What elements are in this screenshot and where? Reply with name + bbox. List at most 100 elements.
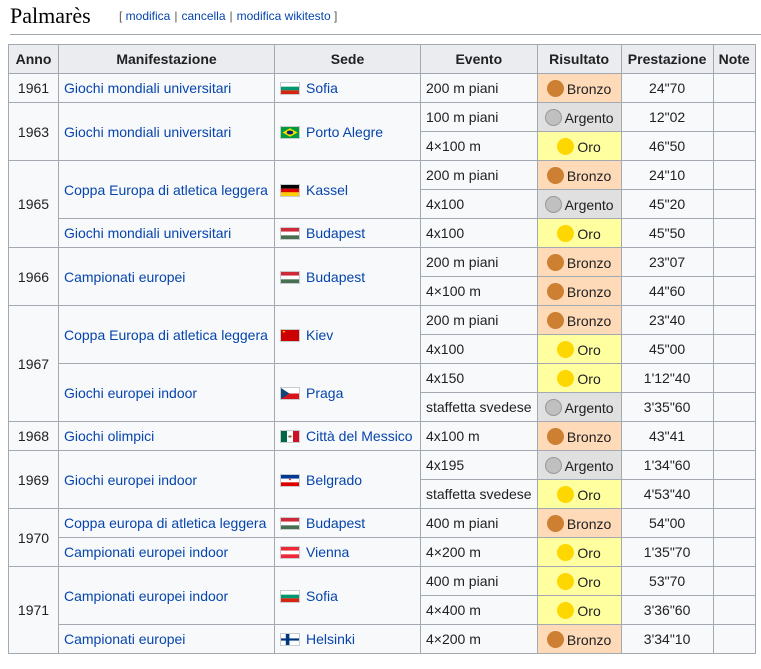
col-header-anno[interactable]: Anno [8,44,59,74]
cell-manifestazione-link[interactable]: Coppa Europa di atletica leggera [58,160,275,219]
cell-sede: Porto Alegre [274,102,421,161]
cell-risultato: Oro [536,595,622,625]
col-header-sede[interactable]: Sede [274,44,421,74]
cell-risultato: Argento [536,392,622,422]
cell-risultato: Bronzo [536,305,622,335]
sede-link[interactable]: Sofia [306,80,338,96]
sede-link[interactable]: Vienna [306,544,349,560]
cell-note [712,508,756,538]
sede-link[interactable]: Budapest [306,225,365,241]
sede-link[interactable]: Porto Alegre [306,124,383,140]
edit-link-cancella[interactable]: cancella [181,9,225,23]
flag-finland-icon[interactable] [280,633,300,646]
medal-bronzo-icon[interactable] [546,166,564,184]
medal-oro-icon[interactable] [557,485,575,503]
cell-evento: 200 m piani [420,247,538,277]
flag-austria-icon[interactable] [280,546,300,559]
cell-evento: 400 m piani [420,566,538,596]
medal-oro-icon[interactable] [557,340,575,358]
cell-risultato: Bronzo [536,247,622,277]
medal-oro-icon[interactable] [557,369,575,387]
risultato-label: Oro [577,225,601,242]
cell-manifestazione-link[interactable]: Campionati europei indoor [58,566,275,625]
medal-bronzo-icon[interactable] [546,427,564,445]
cell-prestazione: 3'35"60 [620,392,714,422]
cell-prestazione: 24"10 [620,160,714,190]
cell-note [712,247,756,277]
medal-oro-icon[interactable] [557,572,575,590]
cell-sede: Kassel [274,160,421,219]
cell-manifestazione-link[interactable]: Giochi mondiali universitari [58,218,275,248]
sede-link[interactable]: Praga [306,385,343,401]
flag-ussr-icon[interactable] [280,328,300,342]
medal-bronzo-icon[interactable] [546,282,564,300]
risultato-label: Bronzo [566,254,612,271]
medal-oro-icon[interactable] [557,543,575,561]
sede-link[interactable]: Budapest [306,515,365,531]
sede-link[interactable]: Helsinki [306,631,355,647]
cell-note [712,537,756,567]
cell-risultato: Oro [536,131,622,161]
sede-link[interactable]: Kassel [306,182,348,198]
flag-hungary-icon[interactable] [280,517,300,530]
medal-bronzo-icon[interactable] [546,253,564,271]
medal-bronzo-icon[interactable] [546,514,564,532]
sede-link[interactable]: Città del Messico [306,428,413,444]
cell-manifestazione-link[interactable]: Giochi mondiali universitari [58,102,275,161]
cell-manifestazione-link[interactable]: Campionati europei [58,624,275,654]
flag-mexico-icon[interactable] [280,430,300,443]
cell-note [712,363,756,393]
flag-bulgaria-icon[interactable] [280,589,300,603]
sede-link[interactable]: Belgrado [306,472,362,488]
table-row: 1966 Campionati europei Budapest 200 m pian… [8,247,756,306]
flag-hungary-icon[interactable] [280,270,300,284]
sede-link[interactable]: Kiev [306,327,333,343]
medal-bronzo-icon[interactable] [546,311,564,329]
flag-hungary-icon[interactable] [280,227,300,240]
cell-manifestazione-link[interactable]: Campionati europei [58,247,275,306]
medal-bronzo-icon[interactable] [546,79,564,97]
cell-prestazione: 53"70 [620,566,714,596]
cell-manifestazione-link[interactable]: Coppa Europa di atletica leggera [58,305,275,364]
cell-evento: 4×400 m [420,595,538,625]
col-header-risultato[interactable]: Risultato [536,44,622,74]
cell-manifestazione-link[interactable]: Giochi olimpici [58,421,275,451]
cell-manifestazione-link[interactable]: Giochi europei indoor [58,450,275,509]
flag-czechoslovakia-icon[interactable] [280,386,300,400]
cell-prestazione: 45"00 [620,334,714,364]
medal-oro-icon[interactable] [557,137,575,155]
col-header-evento[interactable]: Evento [420,44,538,74]
edit-link-modifica[interactable]: modifica [126,9,171,23]
edit-link-wikitesto[interactable]: modifica wikitesto [237,9,331,23]
flag-germany-icon[interactable] [280,183,300,197]
flag-yugoslavia-icon[interactable] [280,473,300,487]
cell-manifestazione-link[interactable]: Campionati europei indoor [58,537,275,567]
col-header-manifestazione[interactable]: Manifestazione [58,44,275,74]
cell-evento: 200 m piani [420,305,538,335]
cell-risultato: Bronzo [536,624,622,654]
cell-prestazione: 1'12"40 [620,363,714,393]
risultato-label: Bronzo [566,631,612,648]
flag-brazil-icon[interactable] [280,125,300,139]
cell-manifestazione-link[interactable]: Giochi mondiali universitari [58,73,275,103]
sede-link[interactable]: Sofia [306,588,338,604]
medal-argento-icon[interactable] [544,195,562,213]
medal-oro-icon[interactable] [557,224,575,242]
cell-manifestazione-link[interactable]: Coppa europa di atletica leggera [58,508,275,538]
medal-oro-icon[interactable] [557,601,575,619]
medal-bronzo-icon[interactable] [546,630,564,648]
sede-link[interactable]: Budapest [306,269,365,285]
col-header-note[interactable]: Note [712,44,756,74]
cell-risultato: Argento [536,189,622,219]
medal-argento-icon[interactable] [544,108,562,126]
medal-argento-icon[interactable] [544,398,562,416]
col-header-prestazione[interactable]: Prestazione [620,44,714,74]
cell-manifestazione-link[interactable]: Giochi europei indoor [58,363,275,422]
cell-prestazione: 3'34"10 [620,624,714,654]
medal-argento-icon[interactable] [544,456,562,474]
cell-note [712,131,756,161]
cell-note [712,276,756,306]
flag-bulgaria-icon[interactable] [280,82,300,95]
cell-prestazione: 46"50 [620,131,714,161]
cell-note [712,218,756,248]
